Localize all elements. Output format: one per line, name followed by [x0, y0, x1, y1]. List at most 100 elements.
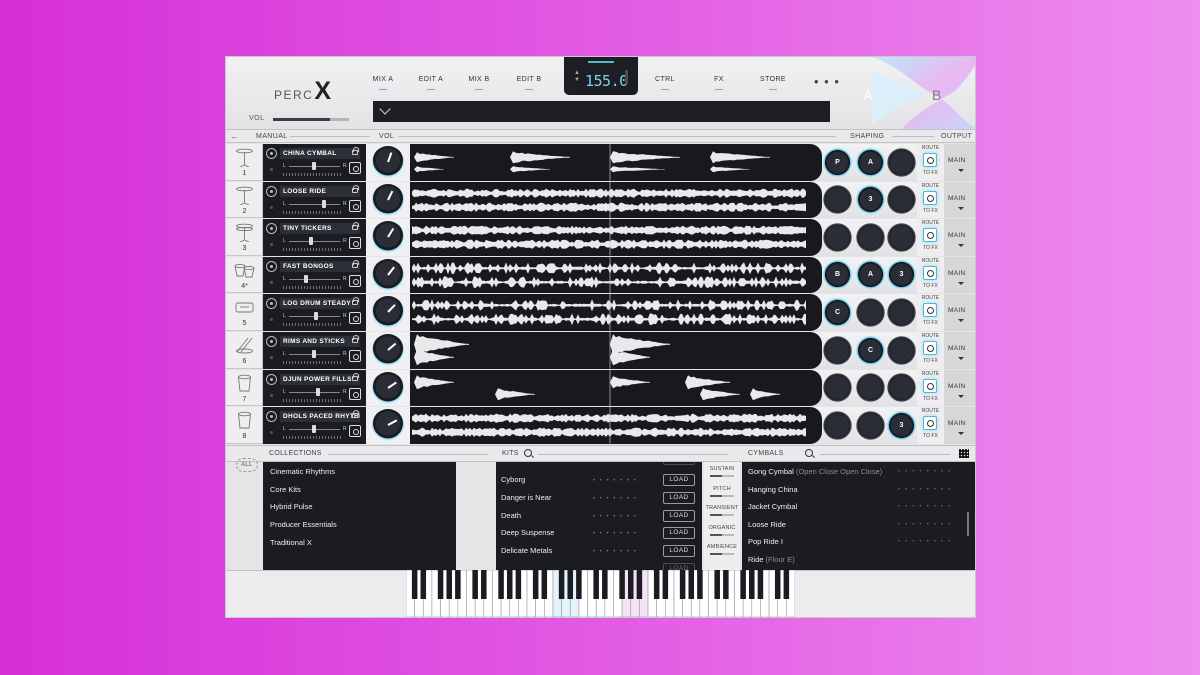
shaping-knob-3[interactable] [887, 222, 916, 252]
collection-item[interactable]: Cinematic Rhythms [270, 467, 335, 476]
target-icon[interactable] [266, 373, 277, 385]
shaping-knob-1[interactable] [823, 185, 852, 215]
macro-slider[interactable] [710, 494, 734, 497]
black-key[interactable] [774, 570, 781, 599]
shaping-knob-1[interactable] [823, 222, 852, 252]
chevron-down-icon[interactable] [379, 103, 391, 115]
route-to-fx-button[interactable] [923, 228, 937, 243]
tab-mix-b[interactable]: MIX B [457, 76, 501, 90]
black-key[interactable] [714, 570, 720, 599]
pan-slider-handle[interactable] [309, 237, 314, 246]
macro-sustain[interactable]: SUSTAIN [704, 466, 740, 477]
black-key[interactable] [558, 570, 565, 599]
pan-slider-handle[interactable] [313, 312, 318, 321]
tab-edit-b[interactable]: EDIT B [507, 76, 551, 90]
scene-b-button[interactable]: B [932, 87, 941, 103]
power-button[interactable] [349, 237, 361, 250]
route-to-fx-button[interactable] [923, 416, 937, 431]
shaping-knob-3[interactable] [887, 147, 916, 177]
kit-row[interactable]: Deep Suspense • • • • • • • LOAD [496, 525, 702, 543]
black-key[interactable] [472, 570, 478, 599]
output-selector[interactable]: MAIN [944, 219, 975, 256]
more-menu-icon[interactable]: • • • [814, 74, 840, 89]
lock-icon[interactable] [352, 372, 359, 381]
pan-slider-track[interactable] [289, 391, 340, 393]
black-key[interactable] [653, 570, 660, 599]
macro-ambience[interactable]: AMBIENCE [704, 544, 740, 555]
route-to-fx-button[interactable] [923, 303, 937, 318]
track-waveform[interactable] [410, 294, 810, 331]
black-key[interactable] [576, 570, 582, 599]
power-button[interactable] [349, 199, 361, 212]
track-volume-knob[interactable] [372, 409, 404, 442]
power-button[interactable] [349, 387, 361, 400]
route-to-fx-button[interactable] [923, 341, 937, 355]
pan-slider-handle[interactable] [304, 274, 309, 283]
black-key[interactable] [757, 570, 764, 599]
output-selector[interactable]: MAIN [944, 407, 975, 444]
black-key[interactable] [498, 570, 504, 599]
black-key[interactable] [740, 570, 746, 599]
track-waveform[interactable] [410, 407, 810, 444]
macro-slider[interactable] [710, 514, 734, 516]
mute-indicator-icon[interactable] [270, 356, 273, 359]
black-key[interactable] [541, 570, 548, 599]
shaping-knob-1[interactable] [823, 335, 852, 365]
track-name[interactable]: LOOSE RIDE [280, 185, 360, 197]
tempo-tap-button[interactable] [625, 70, 628, 84]
load-button[interactable]: LOAD [663, 491, 695, 504]
track-waveform[interactable] [410, 144, 810, 181]
tempo-arrows-icon[interactable]: ▲ ▼ [574, 70, 580, 84]
shaping-knob-3[interactable]: 3 [887, 410, 916, 440]
track-volume-knob[interactable] [372, 258, 404, 291]
power-button[interactable] [349, 274, 361, 287]
power-button[interactable] [349, 350, 361, 362]
shaping-knob-1[interactable] [823, 373, 852, 403]
tab-store[interactable]: STORE [751, 76, 795, 90]
lock-icon[interactable] [352, 297, 359, 306]
mute-indicator-icon[interactable] [270, 393, 273, 397]
shaping-knob-2[interactable] [856, 297, 885, 327]
macro-slider[interactable] [710, 553, 734, 555]
collection-item[interactable]: Producer Essentials [270, 520, 337, 529]
track-instrument-cell[interactable]: 7 [226, 369, 263, 407]
pan-slider-handle[interactable] [316, 387, 321, 396]
black-key[interactable] [662, 570, 669, 599]
macro-slider[interactable] [710, 475, 734, 477]
tab-edit-a[interactable]: EDIT A [409, 76, 453, 90]
output-selector[interactable]: MAIN [944, 294, 975, 331]
track-instrument-cell[interactable]: 5 [226, 294, 263, 331]
all-filter-button[interactable]: ALL [236, 458, 258, 472]
load-button[interactable]: LOAD [663, 527, 695, 540]
pan-slider-handle[interactable] [311, 350, 316, 358]
black-key[interactable] [481, 570, 487, 599]
track-waveform[interactable] [410, 181, 810, 219]
track-volume-knob[interactable] [372, 334, 404, 366]
route-to-fx-button[interactable] [923, 378, 937, 393]
target-icon[interactable] [266, 411, 277, 423]
shaping-knob-2[interactable]: C [856, 335, 885, 365]
pan-slider-track[interactable] [289, 203, 340, 205]
shaping-knob-3[interactable]: 3 [887, 260, 916, 290]
black-key[interactable] [506, 570, 513, 599]
black-key[interactable] [783, 570, 790, 599]
mute-indicator-icon[interactable] [270, 243, 273, 247]
lock-icon[interactable] [352, 410, 359, 419]
black-key[interactable] [636, 570, 643, 599]
power-button[interactable] [349, 312, 361, 325]
track-instrument-cell[interactable]: 2 [226, 181, 263, 219]
track-waveform[interactable] [410, 332, 810, 369]
lock-icon[interactable] [352, 259, 359, 268]
black-key[interactable] [455, 570, 461, 599]
shaping-knob-3[interactable] [887, 297, 916, 327]
track-instrument-cell[interactable]: 4* [226, 256, 263, 294]
collection-item[interactable]: Hybrid Pulse [270, 502, 313, 511]
tab-fx[interactable]: FX [697, 76, 741, 90]
shaping-knob-3[interactable] [887, 185, 916, 215]
cymbal-row[interactable]: Hanging China • • • • • • • • [742, 482, 975, 500]
power-button[interactable] [349, 162, 361, 174]
black-key[interactable] [749, 570, 755, 599]
output-selector[interactable]: MAIN [944, 332, 975, 369]
cymbals-search-icon[interactable] [805, 449, 813, 457]
kit-row[interactable]: Delicate Metals • • • • • • • LOAD [496, 543, 702, 561]
